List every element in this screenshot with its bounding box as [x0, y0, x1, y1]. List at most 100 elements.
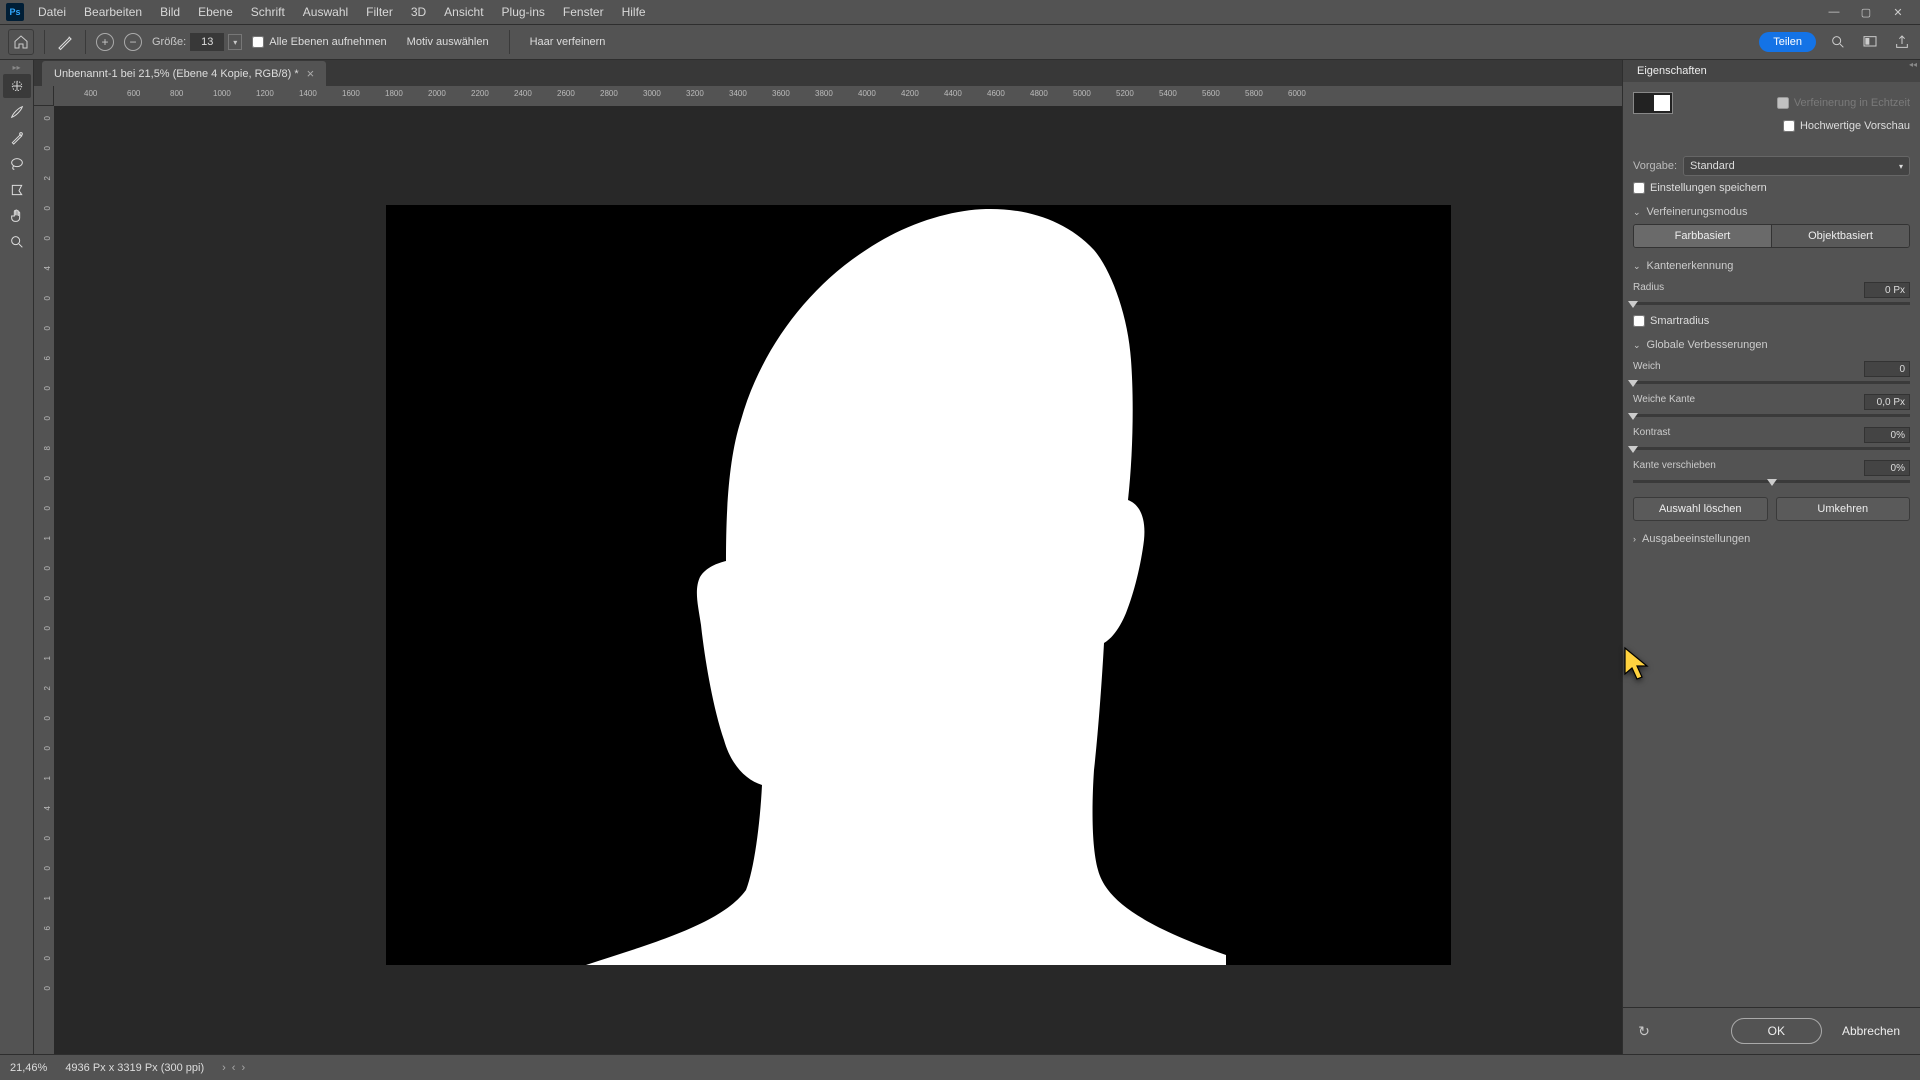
add-mode-icon[interactable]: + — [96, 33, 114, 51]
document-tab[interactable]: Unbenannt-1 bei 21,5% (Ebene 4 Kopie, RG… — [42, 61, 326, 86]
status-nav-icons[interactable]: ›‹› — [222, 1062, 245, 1074]
clear-selection-button[interactable]: Auswahl löschen — [1633, 497, 1768, 521]
smooth-track[interactable] — [1633, 381, 1910, 384]
polygon-lasso-tool-icon[interactable] — [3, 178, 31, 202]
sample-all-layers-checkbox[interactable]: Alle Ebenen aufnehmen — [252, 36, 386, 48]
minimize-icon[interactable]: — — [1822, 2, 1846, 22]
smooth-value[interactable]: 0 — [1864, 361, 1910, 377]
output-settings-header[interactable]: › Ausgabeeinstellungen — [1633, 533, 1910, 545]
close-icon[interactable]: ✕ — [1886, 2, 1910, 22]
remember-settings-row: Einstellungen speichern — [1633, 182, 1910, 194]
maximize-icon[interactable]: ▢ — [1854, 2, 1878, 22]
checkbox-icon[interactable] — [1633, 315, 1645, 327]
expand-toolbox-icon[interactable]: ▸▸ — [3, 62, 31, 72]
slider-thumb-icon[interactable] — [1767, 479, 1777, 486]
reset-icon[interactable]: ↻ — [1633, 1020, 1655, 1042]
chevron-down-icon: ⌄ — [1633, 340, 1641, 351]
divider — [509, 30, 510, 54]
radius-track[interactable] — [1633, 302, 1910, 305]
panel-body: Verfeinerung in Echtzeit Hochwertige Vor… — [1623, 82, 1920, 1007]
edge-detection-label: Kantenerkennung — [1647, 260, 1734, 272]
divider — [85, 30, 86, 54]
share-button[interactable]: Teilen — [1759, 32, 1816, 52]
mode-object-button[interactable]: Objektbasiert — [1771, 225, 1909, 247]
menu-schrift[interactable]: Schrift — [243, 2, 293, 22]
brush-tool-icon[interactable] — [3, 100, 31, 124]
horizontal-ruler: 4006008001000120014001600180020002200240… — [54, 86, 1622, 106]
home-button[interactable] — [8, 29, 34, 55]
selection-action-row: Auswahl löschen Umkehren — [1633, 497, 1910, 521]
global-refinements-label: Globale Verbesserungen — [1647, 339, 1768, 351]
refine-hair-button[interactable]: Haar verfeinern — [520, 33, 616, 51]
search-icon[interactable] — [1828, 32, 1848, 52]
chevron-down-icon: ⌄ — [1633, 207, 1641, 218]
canvas-viewport[interactable] — [54, 106, 1622, 1054]
shift-edge-track[interactable] — [1633, 480, 1910, 483]
window-controls: — ▢ ✕ — [1822, 2, 1914, 22]
refinement-mode-header[interactable]: ⌄ Verfeinerungsmodus — [1633, 206, 1910, 218]
options-right: Teilen — [1759, 32, 1912, 52]
quick-select-tool-icon[interactable] — [3, 74, 31, 98]
global-refinements-header[interactable]: ⌄ Globale Verbesserungen — [1633, 339, 1910, 351]
menu-hilfe[interactable]: Hilfe — [614, 2, 654, 22]
menu-bearbeiten[interactable]: Bearbeiten — [76, 2, 150, 22]
remember-settings-label: Einstellungen speichern — [1650, 182, 1767, 194]
workspace-icon[interactable] — [1860, 32, 1880, 52]
menu-ansicht[interactable]: Ansicht — [436, 2, 491, 22]
menu-3d[interactable]: 3D — [403, 2, 434, 22]
zoom-level[interactable]: 21,46% — [10, 1062, 47, 1074]
menu-datei[interactable]: Datei — [30, 2, 74, 22]
toolbox: ▸▸ — [0, 60, 34, 1054]
preset-select[interactable]: Standard ▾ — [1683, 156, 1910, 176]
refinement-mode-label: Verfeinerungsmodus — [1647, 206, 1748, 218]
hand-tool-icon[interactable] — [3, 204, 31, 228]
cancel-button[interactable]: Abbrechen — [1832, 1019, 1910, 1043]
hq-preview-checkbox[interactable]: Hochwertige Vorschau — [1783, 120, 1910, 132]
shift-edge-label: Kante verschieben — [1633, 460, 1716, 476]
smart-radius-checkbox[interactable]: Smartradius — [1633, 315, 1709, 327]
status-bar: 21,46% 4936 Px x 3319 Px (300 ppi) ›‹› — [0, 1054, 1920, 1080]
refinement-mode-section: ⌄ Verfeinerungsmodus Farbbasiert Objektb… — [1633, 206, 1910, 248]
slider-thumb-icon[interactable] — [1628, 446, 1638, 453]
panel-tab-bar: Eigenschaften — [1623, 60, 1920, 82]
current-tool-icon[interactable] — [55, 32, 75, 52]
checkbox-icon[interactable] — [1633, 182, 1645, 194]
checkbox-icon[interactable] — [252, 36, 264, 48]
feather-value[interactable]: 0,0 Px — [1864, 394, 1910, 410]
subtract-mode-icon[interactable]: − — [124, 33, 142, 51]
menu-ebene[interactable]: Ebene — [190, 2, 241, 22]
radius-value[interactable]: 0 Px — [1864, 282, 1910, 298]
ok-button[interactable]: OK — [1731, 1018, 1822, 1044]
refine-brush-tool-icon[interactable] — [3, 126, 31, 150]
select-subject-button[interactable]: Motiv auswählen — [397, 33, 499, 51]
collapse-panel-icon[interactable]: ◂◂ — [1908, 60, 1918, 69]
hq-preview-row: Hochwertige Vorschau — [1633, 120, 1910, 132]
zoom-tool-icon[interactable] — [3, 230, 31, 254]
contrast-value[interactable]: 0% — [1864, 427, 1910, 443]
view-mode-swatch-icon[interactable] — [1633, 92, 1673, 114]
shift-edge-value[interactable]: 0% — [1864, 460, 1910, 476]
menu-auswahl[interactable]: Auswahl — [295, 2, 356, 22]
menu-bild[interactable]: Bild — [152, 2, 188, 22]
hq-preview-label: Hochwertige Vorschau — [1800, 120, 1910, 132]
invert-button[interactable]: Umkehren — [1776, 497, 1911, 521]
menu-fenster[interactable]: Fenster — [555, 2, 612, 22]
properties-tab[interactable]: Eigenschaften — [1631, 62, 1713, 80]
feather-track[interactable] — [1633, 414, 1910, 417]
size-input[interactable] — [190, 33, 224, 51]
mode-color-button[interactable]: Farbbasiert — [1634, 225, 1771, 247]
chevron-down-icon: ⌄ — [1633, 261, 1641, 272]
size-dropdown-icon[interactable]: ▾ — [228, 34, 242, 50]
slider-thumb-icon[interactable] — [1628, 380, 1638, 387]
menu-filter[interactable]: Filter — [358, 2, 401, 22]
remember-settings-checkbox[interactable]: Einstellungen speichern — [1633, 182, 1767, 194]
checkbox-icon[interactable] — [1783, 120, 1795, 132]
share-export-icon[interactable] — [1892, 32, 1912, 52]
tab-close-icon[interactable]: × — [307, 66, 315, 81]
slider-thumb-icon[interactable] — [1628, 413, 1638, 420]
menu-plugins[interactable]: Plug-ins — [494, 2, 553, 22]
slider-thumb-icon[interactable] — [1628, 301, 1638, 308]
edge-detection-header[interactable]: ⌄ Kantenerkennung — [1633, 260, 1910, 272]
contrast-track[interactable] — [1633, 447, 1910, 450]
lasso-tool-icon[interactable] — [3, 152, 31, 176]
